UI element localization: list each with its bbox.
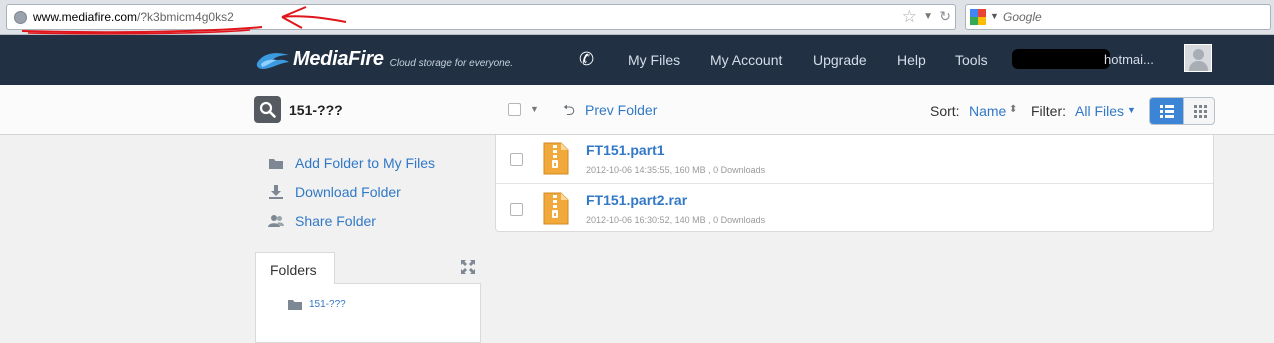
sort-dropdown[interactable]: Name [969, 103, 1006, 119]
add-folder-link[interactable]: Add Folder to My Files [268, 155, 435, 171]
folder-toolbar: 151-??? ▼ ⮌ Prev Folder Sort: Name ⬍ Fil… [0, 85, 1274, 135]
logo-text: MediaFire [293, 48, 384, 70]
file-name-link[interactable]: FT151.part1 [586, 142, 665, 158]
logo-tagline: Cloud storage for everyone. [389, 57, 514, 69]
nav-upgrade[interactable]: Upgrade [813, 52, 867, 68]
tab-folders[interactable]: Folders [255, 252, 335, 284]
prev-folder-button[interactable]: Prev Folder [585, 102, 657, 118]
filter-dropdown-icon[interactable]: ▼ [1127, 105, 1136, 115]
file-name-link[interactable]: FT151.part2.rar [586, 192, 687, 208]
share-folder-link[interactable]: Share Folder [268, 213, 376, 229]
folder-title: 151-??? [289, 102, 343, 118]
user-email[interactable]: hotmai... [1104, 52, 1154, 67]
filter-dropdown[interactable]: All Files [1075, 103, 1124, 119]
list-view-icon [1160, 105, 1174, 118]
search-engine-dropdown-icon[interactable]: ▼ [990, 11, 999, 21]
prev-folder-icon[interactable]: ⮌ [563, 100, 575, 125]
view-toggle [1149, 97, 1215, 125]
redaction-mark [1012, 49, 1110, 69]
zip-file-icon [543, 192, 569, 225]
file-meta: 2012-10-06 14:35:55, 160 MB , 0 Download… [586, 165, 766, 175]
avatar-head-shape [1193, 49, 1204, 60]
zip-file-icon [543, 142, 569, 175]
browser-toolbar: www.mediafire.com/?k3bmicm4g0ks2 ☆ ▼ ↻ ▼… [0, 0, 1274, 35]
avatar-body-shape [1189, 61, 1208, 71]
share-icon [268, 215, 284, 227]
google-icon[interactable] [970, 9, 986, 25]
grid-view-icon [1194, 105, 1207, 118]
url-dropdown-icon[interactable]: ▼ [923, 11, 933, 22]
download-folder-link[interactable]: Download Folder [268, 184, 401, 200]
folders-panel [255, 283, 481, 343]
filter-label: Filter: [1031, 103, 1066, 119]
mediafire-logo[interactable]: MediaFire Cloud storage for everyone. [255, 48, 513, 71]
file-checkbox[interactable] [510, 153, 523, 166]
select-dropdown-icon[interactable]: ▼ [530, 104, 539, 114]
nav-my-files[interactable]: My Files [628, 52, 680, 68]
browser-search-bar[interactable]: ▼ Google [965, 4, 1271, 30]
folder-tree-item[interactable]: 151-??? [309, 299, 346, 310]
phone-icon[interactable]: ✆ [579, 49, 594, 70]
folder-icon [288, 300, 302, 310]
add-folder-label: Add Folder to My Files [295, 155, 436, 171]
nav-help[interactable]: Help [897, 52, 926, 68]
flame-logo-icon [256, 52, 289, 69]
search-engine-placeholder: Google [1003, 10, 1042, 24]
reload-icon[interactable]: ↻ [939, 8, 951, 25]
nav-my-account[interactable]: My Account [710, 52, 782, 68]
star-icon[interactable]: ☆ [902, 7, 917, 27]
file-row[interactable]: FT151.part2.rar 2012-10-06 16:30:52, 140… [496, 183, 1213, 231]
download-icon [269, 185, 283, 199]
download-folder-label: Download Folder [295, 184, 401, 200]
folders-tab-label: Folders [270, 262, 317, 278]
share-folder-label: Share Folder [295, 213, 376, 229]
site-header: MediaFire Cloud storage for everyone. ✆ … [0, 35, 1274, 85]
search-button[interactable] [254, 96, 281, 123]
search-icon [259, 101, 276, 118]
nav-tools[interactable]: Tools [955, 52, 988, 68]
folder-add-icon [269, 159, 283, 169]
grid-view-button[interactable] [1183, 98, 1214, 124]
expand-icon[interactable] [460, 259, 476, 275]
file-meta: 2012-10-06 16:30:52, 140 MB , 0 Download… [586, 215, 766, 225]
select-all-checkbox[interactable] [508, 103, 521, 116]
sort-direction-icon[interactable]: ⬍ [1009, 104, 1017, 115]
red-annotation-scribble [21, 6, 347, 35]
list-view-button[interactable] [1150, 98, 1183, 124]
file-list: FT151.part1 2012-10-06 14:35:55, 160 MB … [495, 135, 1214, 232]
file-row[interactable]: FT151.part1 2012-10-06 14:35:55, 160 MB … [496, 135, 1213, 183]
file-checkbox[interactable] [510, 203, 523, 216]
sort-label: Sort: [930, 103, 960, 119]
avatar[interactable] [1184, 44, 1212, 72]
